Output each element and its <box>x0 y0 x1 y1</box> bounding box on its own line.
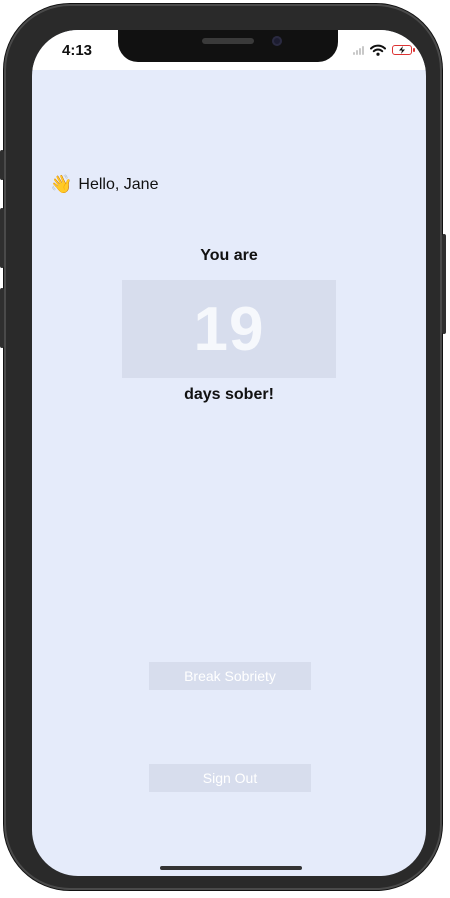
front-camera <box>272 36 282 46</box>
mute-switch <box>0 150 4 180</box>
status-time: 4:13 <box>62 42 93 59</box>
wave-icon: 👋 <box>50 174 73 194</box>
battery-charging-icon <box>392 45 415 55</box>
sober-days-card: 19 <box>122 280 336 378</box>
speaker-grille <box>202 38 254 44</box>
sober-days-count: 19 <box>193 294 265 364</box>
signal-icon <box>353 45 364 55</box>
volume-down-button <box>0 288 4 348</box>
home-indicator[interactable] <box>160 866 302 870</box>
volume-up-button <box>0 208 4 268</box>
counter-suffix: days sober! <box>184 386 274 403</box>
app-screen: 4:13 👋 Hello, Jane You are 19 days sober… <box>32 30 426 876</box>
sign-out-button[interactable]: Sign Out <box>149 764 311 792</box>
power-button <box>442 234 446 334</box>
break-sobriety-button[interactable]: Break Sobriety <box>149 662 311 690</box>
greeting: 👋 Hello, Jane <box>50 174 158 195</box>
greeting-text: Hello, Jane <box>78 175 159 193</box>
status-bar: 4:13 <box>32 30 426 70</box>
phone-frame: 4:13 👋 Hello, Jane You are 19 days sober… <box>0 4 446 890</box>
wifi-icon <box>370 44 386 56</box>
counter-prefix: You are <box>200 247 258 264</box>
notch <box>118 30 338 62</box>
status-icons <box>353 44 415 56</box>
